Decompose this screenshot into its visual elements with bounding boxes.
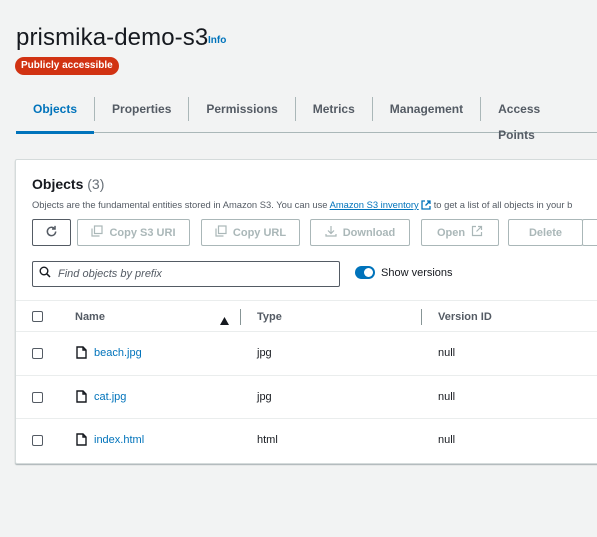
column-divider[interactable]: [421, 309, 422, 325]
search-box[interactable]: [32, 261, 340, 287]
object-type: jpg: [257, 347, 272, 359]
table-row: beach.jpg jpg null: [16, 332, 597, 376]
objects-panel: Objects (3) Objects are the fundamental …: [15, 159, 597, 464]
delete-label: Delete: [528, 226, 563, 239]
info-link[interactable]: Info: [208, 35, 226, 46]
description-text-end: to get a list of all objects in your b: [433, 199, 573, 210]
copy-icon: [91, 225, 104, 240]
download-button[interactable]: Download: [310, 219, 410, 246]
column-header-name[interactable]: Name: [75, 311, 105, 323]
status-badge: Publicly accessible: [15, 57, 119, 75]
row-checkbox[interactable]: [32, 348, 43, 359]
object-name-link[interactable]: beach.jpg: [94, 347, 142, 359]
table-row: cat.jpg jpg null: [16, 376, 597, 419]
tab-management[interactable]: Management: [373, 96, 480, 133]
copy-icon: [215, 225, 227, 240]
file-icon: [76, 433, 87, 451]
show-versions-label: Show versions: [381, 267, 453, 279]
row-checkbox[interactable]: [32, 391, 43, 403]
column-header-version-id[interactable]: Version ID: [438, 311, 492, 323]
object-name-link[interactable]: cat.jpg: [94, 391, 126, 403]
panel-title-label: Objects: [32, 176, 84, 192]
object-type: html: [257, 434, 278, 446]
file-icon: [76, 346, 87, 364]
external-link-icon: [421, 200, 431, 212]
open-label: Open: [436, 226, 466, 239]
tab-properties[interactable]: Properties: [95, 96, 188, 133]
refresh-icon: [45, 225, 58, 241]
description-text: Objects are the fundamental entities sto…: [32, 199, 328, 210]
copy-url-label: Copy URL: [232, 226, 287, 239]
search-icon: [39, 265, 51, 283]
object-version-id: null: [438, 390, 456, 403]
row-checkbox[interactable]: [32, 435, 43, 446]
copy-url-button[interactable]: Copy URL: [201, 219, 300, 246]
page-title: prismika-demo-s3: [16, 24, 209, 51]
open-button[interactable]: Open: [421, 219, 499, 246]
toggle-knob: [364, 268, 373, 277]
object-version-id: null: [438, 434, 456, 446]
tab-access-points[interactable]: Access Points: [481, 96, 597, 142]
objects-table: Name Type Version ID beach.jpg jpg null …: [16, 300, 597, 463]
tab-metrics[interactable]: Metrics: [296, 96, 372, 133]
object-name-link[interactable]: index.html: [94, 434, 144, 446]
column-divider[interactable]: [240, 309, 241, 325]
sort-ascending-icon[interactable]: [220, 312, 229, 330]
panel-description: Objects are the fundamental entities sto…: [32, 199, 572, 212]
download-label: Download: [342, 226, 396, 239]
tab-bar: Objects Properties Permissions Metrics M…: [16, 96, 597, 142]
tab-objects[interactable]: Objects: [16, 96, 95, 134]
copy-s3-uri-button[interactable]: Copy S3 URI: [77, 219, 190, 246]
table-row: index.html html null: [16, 419, 597, 463]
object-count: (3): [87, 176, 105, 192]
external-link-icon: [471, 225, 483, 240]
search-input[interactable]: [58, 268, 328, 280]
object-version-id: null: [438, 347, 456, 359]
column-header-type[interactable]: Type: [257, 311, 282, 323]
tab-permissions[interactable]: Permissions: [189, 96, 294, 133]
download-icon: [325, 225, 337, 240]
show-versions-toggle[interactable]: [355, 266, 375, 279]
object-type: jpg: [257, 390, 272, 403]
copy-s3-uri-label: Copy S3 URI: [109, 226, 176, 239]
panel-title: Objects (3): [32, 176, 104, 192]
delete-button[interactable]: Delete: [508, 219, 583, 246]
refresh-button[interactable]: [32, 219, 71, 246]
table-header: Name Type Version ID: [16, 300, 597, 332]
inventory-link[interactable]: Amazon S3 inventory: [330, 199, 419, 210]
select-all-checkbox[interactable]: [32, 311, 43, 322]
actions-button[interactable]: [582, 219, 597, 246]
file-icon: [76, 389, 87, 408]
